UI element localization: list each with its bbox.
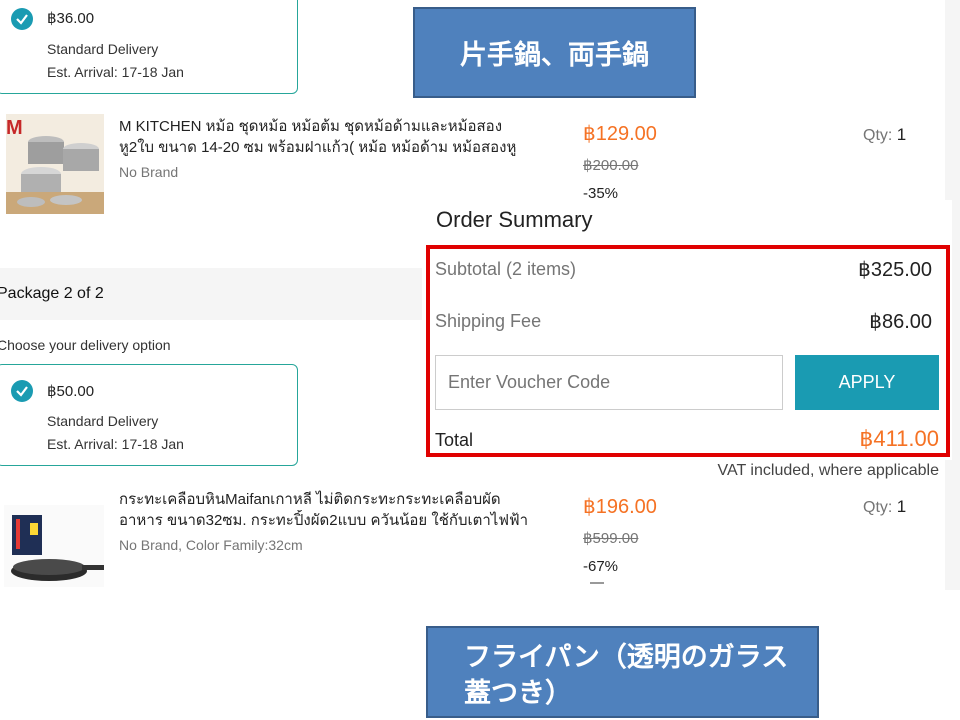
product-discount: -67% <box>583 558 619 575</box>
delivery-eta: Est. Arrival: 17-18 Jan <box>47 436 184 452</box>
svg-text:M: M <box>6 117 23 139</box>
package2-header: Package 2 of 2 <box>0 268 430 320</box>
pan-callout-line2: 蓋つき） <box>464 678 572 709</box>
product-original-price: ฿200.00 <box>583 157 639 174</box>
product-original-price: ฿599.00 <box>583 530 639 547</box>
subtotal-value: ฿325.00 <box>858 259 932 281</box>
check-icon <box>11 380 33 402</box>
delivery-option-package1[interactable]: ฿36.00 Standard Delivery Est. Arrival: 1… <box>0 0 298 94</box>
product-title-line2[interactable]: อาหาร ขนาด32ซม. กระทะปิ้งผัด2แบบ ควันน้อ… <box>119 510 559 531</box>
check-icon <box>11 8 33 30</box>
apply-voucher-button[interactable]: APPLY <box>795 355 939 410</box>
package-title: Package 2 of 2 <box>0 285 104 302</box>
choose-delivery-label: Choose your delivery option <box>0 337 171 353</box>
order-summary-title: Order Summary <box>436 207 593 232</box>
trash-icon[interactable] <box>590 582 604 590</box>
delivery-price: ฿36.00 <box>47 10 95 27</box>
product-price: ฿196.00 <box>583 496 657 518</box>
product-brand: No Brand <box>119 164 179 180</box>
delivery-price: ฿50.00 <box>47 383 95 400</box>
pots-callout-text: 片手鍋、両手鍋 <box>460 40 649 71</box>
product-brand: No Brand, Color Family:32cm <box>119 537 303 553</box>
shipping-value: ฿86.00 <box>869 311 932 333</box>
delivery-option-package2[interactable]: ฿50.00 Standard Delivery Est. Arrival: 1… <box>0 364 298 466</box>
delivery-type: Standard Delivery <box>47 41 159 57</box>
product-price: ฿129.00 <box>583 123 657 145</box>
total-label: Total <box>435 430 474 450</box>
total-value: ฿411.00 <box>859 426 939 451</box>
product-title-line1[interactable]: กระทะเคลือบหินMaifanเกาหลี ไม่ติดกระทะกร… <box>119 489 559 510</box>
product-qty: Qty: 1 <box>863 497 906 517</box>
frying-pan-image[interactable] <box>4 505 104 587</box>
pots-callout: 片手鍋、両手鍋 <box>413 7 696 98</box>
qty-label: Qty: <box>863 127 893 144</box>
qty-value: 1 <box>896 125 907 144</box>
voucher-code-input[interactable] <box>435 355 783 410</box>
product-qty: Qty: 1 <box>863 125 906 145</box>
vat-note: VAT included, where applicable <box>717 462 939 479</box>
pan-callout-line1: フライパン（透明のガラス <box>464 642 789 673</box>
delivery-eta: Est. Arrival: 17-18 Jan <box>47 64 184 80</box>
product-title-line2[interactable]: หู2ใบ ขนาด 14-20 ซม พร้อมฝาแก้ว( หม้อ หม… <box>119 137 553 158</box>
pot-set-image[interactable]: M <box>6 114 104 214</box>
delivery-type: Standard Delivery <box>47 413 159 429</box>
shipping-label: Shipping Fee <box>435 311 542 331</box>
pan-callout: フライパン（透明のガラス 蓋つき） <box>426 626 819 718</box>
product-title-line1[interactable]: M KITCHEN หม้อ ชุดหม้อ หม้อต้ม ชุดหม้อด้… <box>119 116 559 137</box>
qty-label: Qty: <box>863 499 893 516</box>
qty-value: 1 <box>896 497 907 516</box>
subtotal-label: Subtotal (2 items) <box>435 259 577 279</box>
